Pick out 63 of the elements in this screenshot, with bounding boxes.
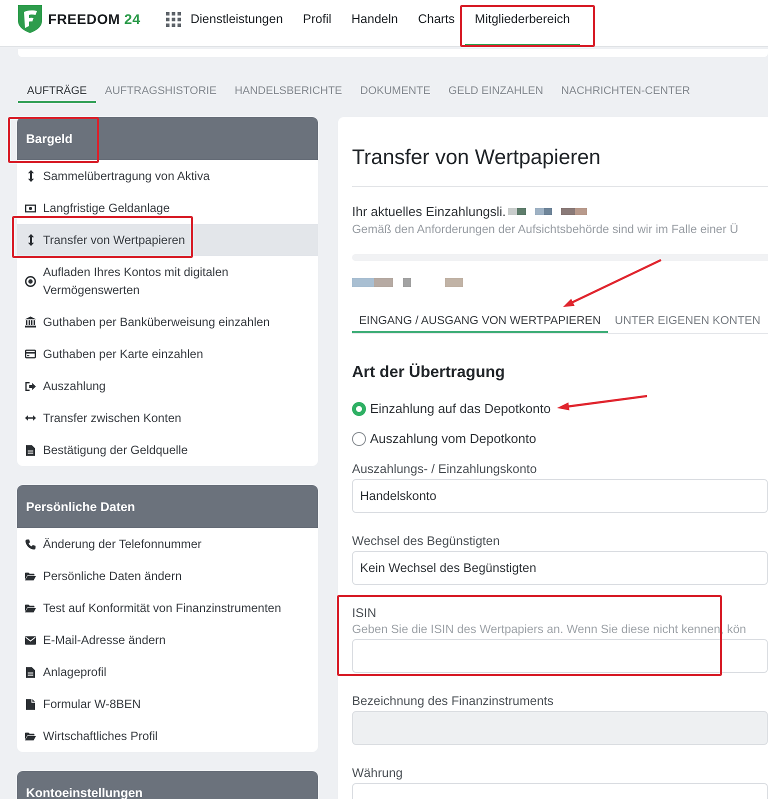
section-header: Persönliche Daten xyxy=(17,485,318,528)
nav-link[interactable]: Handeln xyxy=(341,0,408,46)
menu-item[interactable]: Änderung der Telefonnummer xyxy=(17,528,318,560)
menu-item[interactable]: Test auf Konformität von Finanzinstrumenten xyxy=(17,592,318,624)
credit-card-icon xyxy=(25,349,36,359)
nav-link[interactable]: Mitgliederbereich xyxy=(464,0,580,46)
tab[interactable]: EINGANG / AUSGANG VON WERTPAPIEREN xyxy=(352,301,608,333)
menu-item[interactable]: Wirtschaftliches Profil xyxy=(17,720,318,752)
input-field[interactable]: Handelskonto xyxy=(352,479,768,513)
radio-button[interactable] xyxy=(352,402,366,416)
field-label: Auszahlungs- / Einzahlungskonto xyxy=(352,461,538,477)
vertical-arrows-icon xyxy=(28,234,34,246)
grid-icon xyxy=(166,12,182,27)
field-label: Bezeichnung des Finanzinstruments xyxy=(352,693,555,709)
menu-item[interactable]: Transfer zwischen Konten xyxy=(17,402,318,434)
radio-label[interactable]: Auszahlung vom Depotkonto xyxy=(370,430,536,448)
section-header: Bargeld xyxy=(17,117,318,160)
menu-item[interactable]: Aufladen Ihres Kontos mit digitalen Vermögenswerten xyxy=(17,256,318,306)
menu-item[interactable]: Guthaben per Banküberweisung einzahlen xyxy=(17,306,318,338)
field-label: Wechsel des Begünstigten xyxy=(352,533,501,549)
menu-item[interactable]: Formular W-8BEN xyxy=(17,688,318,720)
bank-icon xyxy=(25,316,36,328)
nav-link[interactable]: Profil xyxy=(292,0,342,46)
envelope-icon xyxy=(25,636,36,644)
menu-item[interactable]: Auszahlung xyxy=(17,370,318,402)
folder-icon xyxy=(25,572,36,580)
folder-icon xyxy=(25,604,36,612)
tab[interactable]: AUFTRÄGE xyxy=(18,72,96,103)
page-title: Transfer von Wertpapieren xyxy=(352,145,768,187)
section-header: Kontoeinstellungen xyxy=(17,771,318,799)
coin-icon xyxy=(25,276,36,286)
menu-item[interactable]: Persönliche Daten ändern xyxy=(17,560,318,592)
vertical-arrows-icon xyxy=(28,170,34,182)
phone-icon xyxy=(25,538,36,550)
nav-link[interactable]: Charts xyxy=(408,0,465,46)
input-field[interactable] xyxy=(352,783,768,799)
input-field[interactable] xyxy=(352,639,768,673)
input-field[interactable]: Kein Wechsel des Begünstigten xyxy=(352,551,768,585)
notice-text: Gemäß den Anforderungen der Aufsichtsbehörde sind wir im Falle einer Ü xyxy=(352,221,740,238)
banknote-icon xyxy=(25,204,36,212)
field-label: Währung xyxy=(352,765,404,781)
document-icon xyxy=(26,444,35,456)
nav-link[interactable]: Dienstleistungen xyxy=(156,0,293,46)
exit-arrow-icon xyxy=(25,382,36,390)
radio-button[interactable] xyxy=(352,432,366,446)
shield-logo-icon xyxy=(18,5,42,33)
menu-item[interactable]: Langfristige Geldanlage xyxy=(17,192,318,224)
horizontal-arrows-icon xyxy=(25,415,36,421)
radio-label[interactable]: Einzahlung auf das Depotkonto xyxy=(370,400,551,418)
menu-item[interactable]: Transfer von Wertpapieren xyxy=(17,224,318,256)
menu-item[interactable]: Anlageprofil xyxy=(17,656,318,688)
tab[interactable]: UNTER EIGENEN KONTEN xyxy=(608,301,768,333)
field-label: ISIN xyxy=(352,605,378,621)
notice-text: Ihr aktuelles Einzahlungsli. xyxy=(352,203,506,221)
logo-text: FREEDOM 24 xyxy=(48,11,140,27)
file-icon xyxy=(26,698,35,710)
section-title: Art der Übertragung xyxy=(352,363,506,383)
document-icon xyxy=(26,666,35,678)
folder-icon xyxy=(25,732,36,740)
menu-item[interactable]: Sammelübertragung von Aktiva xyxy=(17,160,318,192)
menu-item[interactable]: Bestätigung der Geldquelle xyxy=(17,434,318,466)
menu-item[interactable]: Guthaben per Karte einzahlen xyxy=(17,338,318,370)
menu-item[interactable]: E-Mail-Adresse ändern xyxy=(17,624,318,656)
